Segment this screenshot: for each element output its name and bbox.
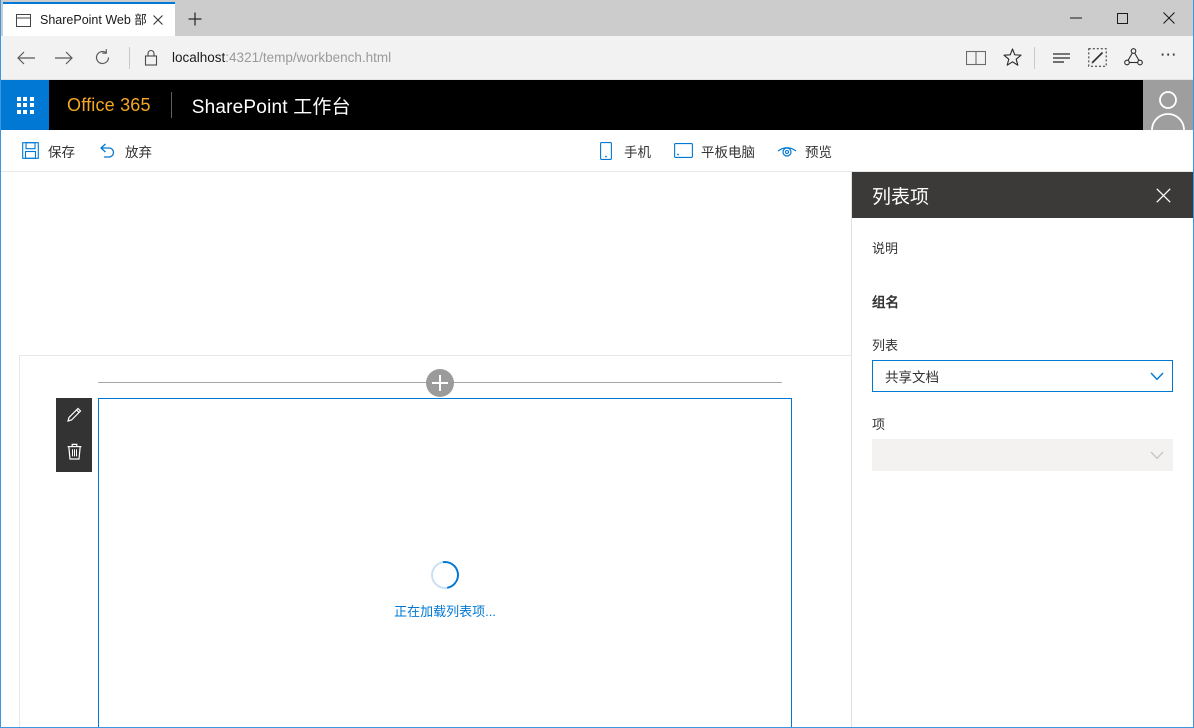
share-icon[interactable]: [1115, 40, 1151, 76]
web-note-icon[interactable]: [1079, 40, 1115, 76]
save-button-label: 保存: [48, 141, 75, 161]
webpart-container[interactable]: 正在加载列表项...: [98, 398, 792, 727]
close-icon[interactable]: [1147, 179, 1179, 211]
reading-view-icon[interactable]: [958, 40, 994, 76]
back-arrow-icon[interactable]: [7, 39, 45, 77]
window-maximize-button[interactable]: [1099, 0, 1145, 36]
list-dropdown-value: 共享文档: [885, 366, 1150, 386]
webpart-loading-state: 正在加载列表项...: [394, 561, 496, 620]
forward-arrow-icon[interactable]: [45, 39, 83, 77]
property-pane-body: 说明 组名 列表 共享文档: [852, 218, 1193, 727]
workbench-body: 正在加载列表项... 列表项: [1, 172, 1193, 727]
save-icon: [20, 141, 40, 161]
delete-webpart-button[interactable]: [56, 435, 92, 472]
canvas-wrapper: 正在加载列表项...: [1, 172, 851, 727]
tablet-view-button[interactable]: 平板电脑: [662, 130, 766, 172]
workbench-command-bar: 保存 放弃: [1, 130, 1193, 172]
office365-suite-bar: Office 365 SharePoint 工作台: [1, 80, 1193, 130]
add-section-row-top: [98, 382, 782, 383]
page-icon: [15, 12, 32, 29]
user-avatar-icon[interactable]: [1143, 80, 1193, 130]
discard-button-label: 放弃: [125, 141, 152, 161]
property-pane-title: 列表项: [872, 182, 1147, 209]
phone-view-label: 手机: [624, 141, 651, 161]
add-webpart-button-top[interactable]: [426, 369, 454, 397]
property-pane-header: 列表项: [852, 172, 1193, 218]
item-field: 项: [872, 414, 1173, 471]
description-label: 说明: [872, 238, 1173, 257]
hub-icon[interactable]: [1043, 40, 1079, 76]
more-icon[interactable]: ⋯: [1151, 40, 1187, 76]
browser-titlebar: SharePoint Web 部件选: [1, 0, 1193, 36]
window-minimize-button[interactable]: [1053, 0, 1099, 36]
office365-brand[interactable]: Office 365: [67, 95, 151, 116]
page-title: SharePoint 工作台: [192, 92, 351, 119]
eye-icon: [777, 141, 797, 161]
list-field: 列表 共享文档: [872, 335, 1173, 392]
tablet-view-label: 平板电脑: [701, 141, 755, 161]
refresh-icon[interactable]: [83, 39, 121, 77]
tablet-icon: [673, 141, 693, 161]
pencil-icon: [66, 406, 83, 428]
tab-close-icon[interactable]: [147, 9, 169, 31]
new-tab-button[interactable]: [175, 2, 215, 36]
device-preview-group: 手机 平板电脑: [585, 130, 843, 172]
chevron-down-icon: [1150, 372, 1164, 381]
browser-window: SharePoint Web 部件选: [0, 0, 1194, 728]
group-name-label: 组名: [872, 291, 1173, 311]
preview-button[interactable]: 预览: [766, 130, 843, 172]
phone-icon: [596, 141, 616, 161]
navbar-divider: [129, 47, 130, 69]
navbar-icons: ⋯: [958, 40, 1187, 76]
tab-title: SharePoint Web 部件选: [40, 12, 147, 29]
window-controls: [1053, 0, 1193, 36]
page-content: Office 365 SharePoint 工作台: [1, 80, 1193, 727]
chevron-down-icon: [1150, 451, 1164, 460]
webpart-toolbar: [56, 398, 92, 472]
favorites-star-icon[interactable]: [994, 40, 1030, 76]
edit-webpart-button[interactable]: [56, 398, 92, 435]
item-field-label: 项: [872, 414, 1173, 433]
list-dropdown[interactable]: 共享文档: [872, 360, 1173, 392]
suite-divider: [171, 92, 172, 118]
undo-icon: [97, 141, 117, 161]
spinner-icon: [426, 555, 465, 594]
url-host: localhost: [172, 50, 225, 65]
save-button[interactable]: 保存: [9, 130, 86, 172]
browser-tab[interactable]: SharePoint Web 部件选: [3, 2, 175, 36]
trash-icon: [67, 443, 82, 465]
list-field-label: 列表: [872, 335, 1173, 354]
property-pane: 列表项 说明 组名 列表 共享文档: [851, 172, 1193, 727]
window-close-button[interactable]: [1145, 0, 1193, 36]
url-path: :4321/temp/workbench.html: [225, 50, 391, 65]
browser-navbar: localhost:4321/temp/workbench.html: [1, 36, 1193, 80]
canvas-inner: 正在加载列表项...: [20, 356, 851, 727]
webpart-loading-label: 正在加载列表项...: [394, 601, 496, 620]
discard-button[interactable]: 放弃: [86, 130, 163, 172]
preview-button-label: 预览: [805, 141, 832, 161]
navbar-icons-divider: [1034, 47, 1035, 69]
address-bar[interactable]: localhost:4321/temp/workbench.html: [168, 50, 958, 65]
lock-icon: [138, 49, 164, 66]
phone-view-button[interactable]: 手机: [585, 130, 662, 172]
item-dropdown[interactable]: [872, 439, 1173, 471]
plus-icon-vertical: [439, 375, 441, 391]
page-canvas: 正在加载列表项...: [19, 355, 851, 727]
app-launcher-icon[interactable]: [1, 80, 49, 130]
